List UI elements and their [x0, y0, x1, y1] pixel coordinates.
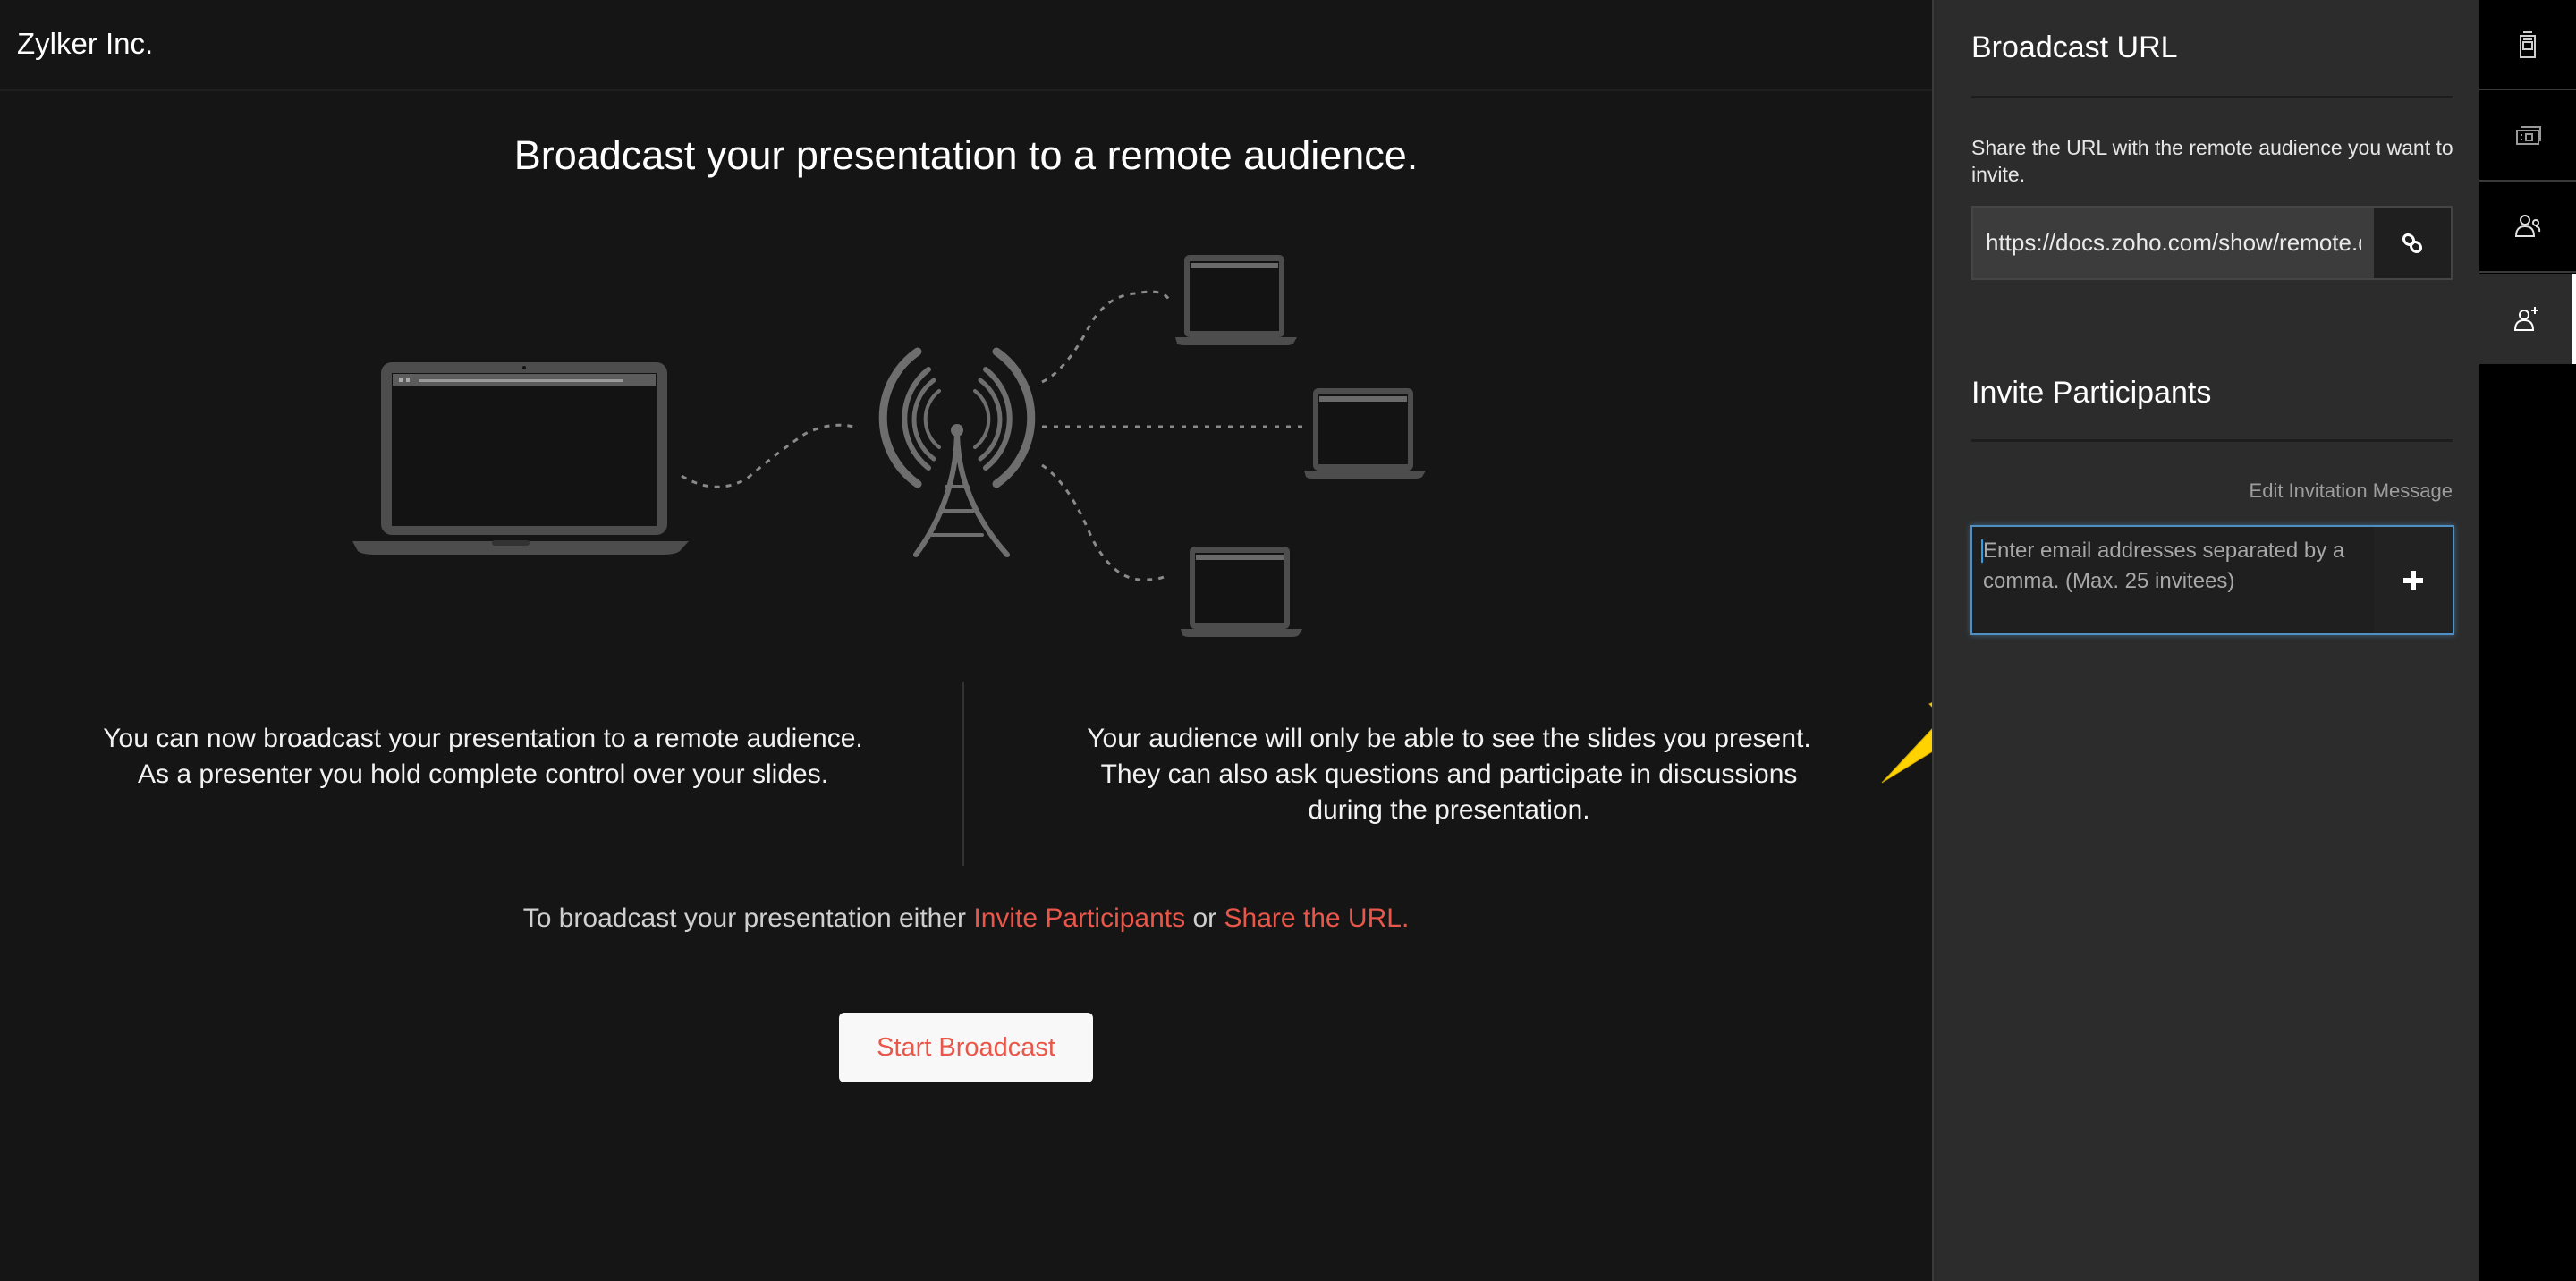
- audience-laptop-icon: [1175, 255, 1297, 345]
- signal-path: [681, 423, 858, 488]
- vertical-divider: [962, 682, 964, 866]
- broadcast-url-description: Share the URL with the remote audience y…: [1971, 136, 2453, 186]
- audience-icon: [2514, 214, 2541, 237]
- presenter-description: You can now broadcast your presentation …: [54, 721, 912, 793]
- rail-item-invite[interactable]: [2479, 274, 2576, 364]
- share-url-link[interactable]: Share the URL.: [1224, 903, 1410, 933]
- text-line: They can also ask questions and particip…: [1100, 759, 1798, 789]
- text-cursor: [1981, 539, 1983, 563]
- email-input[interactable]: Enter email addresses separated by a com…: [1983, 536, 2359, 597]
- share-panel: Broadcast URL Share the URL with the rem…: [1932, 0, 2479, 1281]
- rail-item-slides[interactable]: [2479, 91, 2576, 182]
- text-line: As a presenter you hold complete control…: [137, 759, 829, 789]
- side-rail: [2479, 0, 2576, 1281]
- invite-participants-heading: Invite Participants: [1971, 376, 2212, 410]
- slides-panel-icon: [2516, 125, 2541, 145]
- divider: [1971, 96, 2453, 98]
- rail-item-notes[interactable]: [2479, 0, 2576, 90]
- text-line: during the presentation.: [1308, 795, 1590, 825]
- slide-notes-icon: [2520, 30, 2536, 58]
- text-line: You can now broadcast your presentation …: [103, 724, 863, 753]
- audience-laptop-icon: [1304, 388, 1426, 479]
- invite-participants-link[interactable]: Invite Participants: [973, 903, 1185, 933]
- broadcast-instructions: To broadcast your presentation either In…: [0, 903, 1932, 934]
- signal-path: [1041, 290, 1171, 384]
- broadcast-url-input[interactable]: [1973, 208, 2374, 278]
- plus-icon: [2403, 570, 2423, 590]
- audience-laptop-icon: [1181, 547, 1302, 637]
- text-line: Your audience will only be able to see t…: [1087, 724, 1811, 753]
- signal-path: [1041, 463, 1169, 581]
- add-participant-icon: [2513, 306, 2538, 331]
- broadcast-url-heading: Broadcast URL: [1971, 30, 2178, 64]
- rail-item-audience[interactable]: [2479, 182, 2576, 273]
- copy-link-button[interactable]: [2374, 208, 2451, 278]
- broadcast-illustration: [352, 255, 1426, 637]
- laptop-icon: [352, 362, 689, 555]
- audience-description: Your audience will only be able to see t…: [1020, 721, 1878, 828]
- edit-invitation-message-link[interactable]: Edit Invitation Message: [2250, 479, 2453, 503]
- divider: [1971, 439, 2453, 442]
- main-area: Zylker Inc. Broadcast your presentation …: [0, 0, 1932, 1281]
- broadcast-tower-icon: [878, 347, 1036, 557]
- start-broadcast-button[interactable]: Start Broadcast: [839, 1013, 1093, 1082]
- broadcast-url-field: [1971, 206, 2453, 280]
- cta-text: To broadcast your presentation either: [522, 903, 974, 933]
- add-invitees-button[interactable]: [2374, 527, 2453, 633]
- link-icon: [2402, 233, 2423, 253]
- cta-text: or: [1185, 903, 1224, 933]
- email-invite-field: Enter email addresses separated by a com…: [1970, 525, 2454, 635]
